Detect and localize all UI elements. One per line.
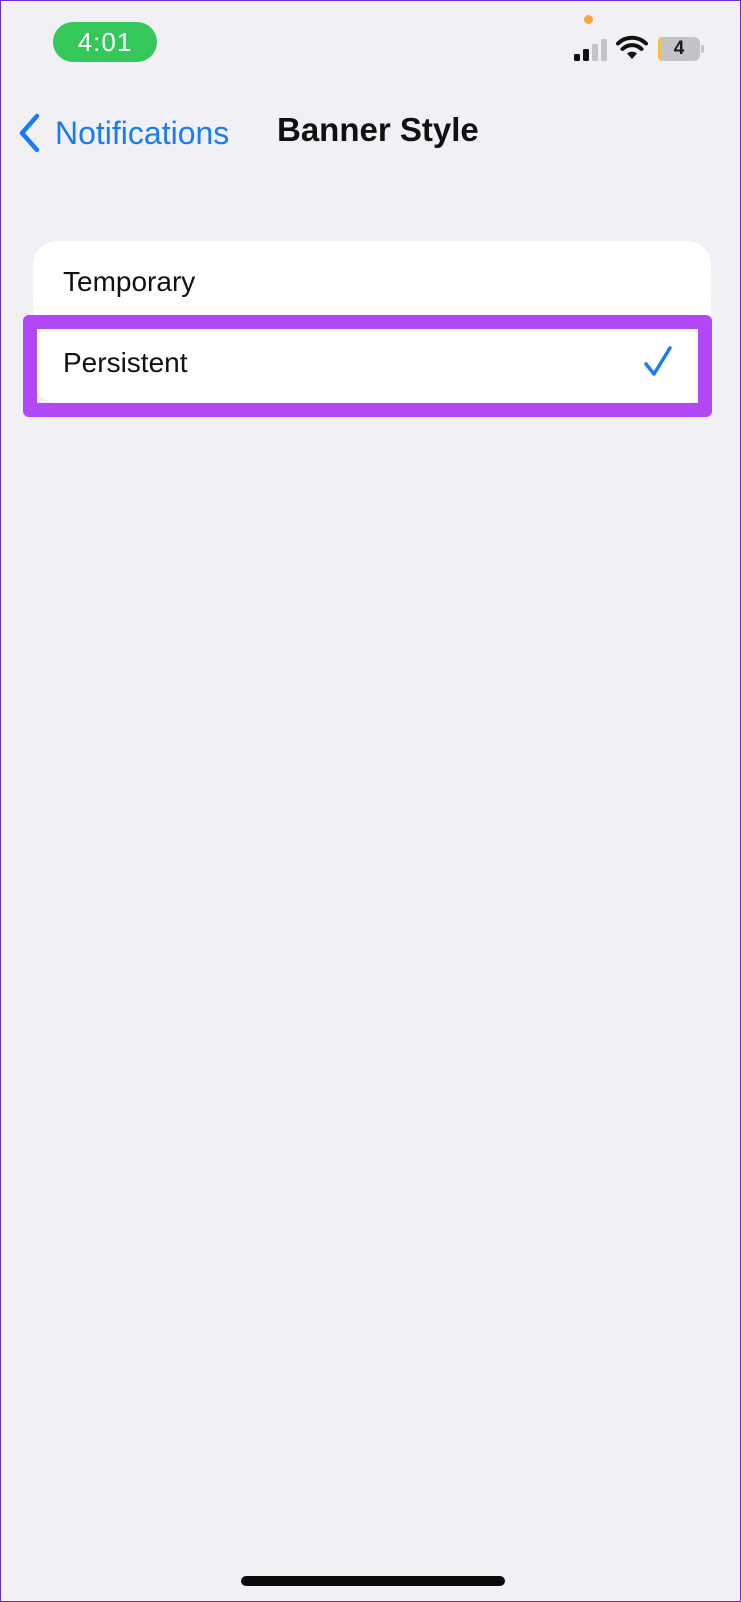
- option-label: Persistent: [63, 346, 188, 378]
- privacy-indicator-dot: [584, 15, 593, 24]
- home-indicator[interactable]: [241, 1576, 505, 1586]
- chevron-left-icon: [19, 113, 40, 153]
- back-button[interactable]: Notifications: [17, 109, 229, 157]
- option-persistent[interactable]: Persistent: [33, 322, 711, 403]
- checkmark-icon: [644, 346, 672, 376]
- battery-level: 4: [658, 37, 700, 61]
- battery-icon: 4: [658, 37, 704, 61]
- option-temporary[interactable]: Temporary: [33, 241, 711, 322]
- wifi-icon: [616, 35, 648, 59]
- signal-icon: [574, 39, 607, 61]
- banner-style-options: Temporary Persistent: [33, 241, 711, 403]
- screen: 4:01 4 Notifications Banner Style Tempor…: [0, 0, 741, 1602]
- page-title: Banner Style: [277, 111, 479, 148]
- option-label: Temporary: [63, 265, 196, 297]
- back-button-label: Notifications: [55, 114, 230, 151]
- status-time: 4:01: [53, 22, 157, 62]
